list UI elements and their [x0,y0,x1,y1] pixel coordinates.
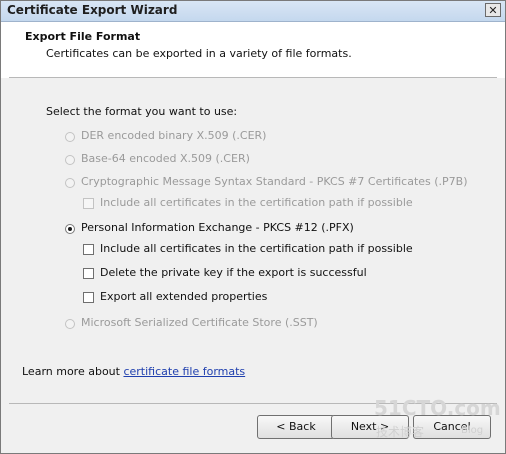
learn-more-text: Learn more about certificate file format… [22,365,245,378]
radio-pkcs7-label: Cryptographic Message Syntax Standard - … [81,175,468,188]
format-prompt: Select the format you want to use: [46,105,238,118]
radio-pfx-label: Personal Information Exchange - PKCS #12… [81,221,354,234]
checkbox-export-extended-properties-label: Export all extended properties [100,290,268,303]
radio-selected-dot [68,227,72,231]
checkbox-pkcs7-include-path[interactable] [83,198,94,209]
radio-der[interactable] [65,132,75,142]
checkbox-delete-private-key-label: Delete the private key if the export is … [100,266,367,279]
radio-pkcs7[interactable] [65,178,75,188]
radio-sst[interactable] [65,319,75,329]
radio-sst-label: Microsoft Serialized Certificate Store (… [81,316,318,329]
back-button[interactable]: < Back [257,415,335,439]
radio-der-label: DER encoded binary X.509 (.CER) [81,129,267,142]
window-title: Certificate Export Wizard [7,3,178,17]
page-title: Export File Format [25,30,141,43]
checkbox-pfx-include-path-label: Include all certificates in the certific… [100,242,413,255]
page-subtitle: Certificates can be exported in a variet… [46,47,352,60]
checkbox-export-extended-properties[interactable] [83,292,94,303]
close-button[interactable]: ✕ [485,3,501,17]
watermark-brand: 51CTO.com [374,396,501,420]
watermark-cn: 技术博客 [376,425,425,439]
wizard-header: Export File Format Certificates can be e… [1,22,505,76]
checkbox-pfx-include-path[interactable] [83,244,94,255]
checkbox-delete-private-key[interactable] [83,268,94,279]
certificate-export-wizard-window: Certificate Export Wizard ✕ Export File … [0,0,506,454]
certificate-file-formats-link[interactable]: certificate file formats [123,365,245,378]
learn-more-prefix: Learn more about [22,365,124,378]
watermark-blog: Blog [461,425,484,436]
radio-base64-label: Base-64 encoded X.509 (.CER) [81,152,250,165]
radio-base64[interactable] [65,155,75,165]
radio-pfx[interactable] [65,224,75,234]
title-bar[interactable]: Certificate Export Wizard ✕ [1,1,505,22]
checkbox-pkcs7-include-path-label: Include all certificates in the certific… [100,196,413,209]
